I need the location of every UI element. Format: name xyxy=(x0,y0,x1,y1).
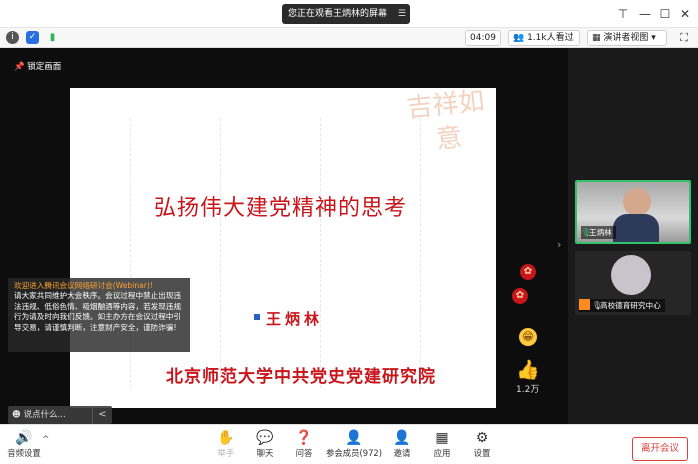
people-icon: 👤 xyxy=(345,430,363,446)
info-icon[interactable]: i xyxy=(6,31,19,44)
apps-grid-icon: ▦ xyxy=(435,430,449,446)
notice-title: 欢迎进入腾讯会议网络研讨会(Webinar)! xyxy=(14,281,153,290)
participant-name: 高校德育研究中心 xyxy=(600,301,661,310)
shared-screen-stage: 📌 锁定画面 吉祥如意 弘扬伟大建党精神的思考 王炳林 北京师范大学中共党史党建… xyxy=(0,48,568,424)
like-count: 1.2万 xyxy=(516,385,540,395)
speaker-video-tile[interactable]: 🎙王炳林 xyxy=(575,180,691,244)
raise-hand-button[interactable]: ✋ 举手 xyxy=(204,429,248,463)
speaker-face xyxy=(623,188,651,216)
qa-button[interactable]: ❓ 问答 xyxy=(282,429,326,463)
thumbs-up-icon[interactable]: 👍 xyxy=(516,358,540,381)
speaker-icon: 🔊 xyxy=(15,430,33,446)
fullscreen-icon[interactable]: ⛶ xyxy=(676,30,692,46)
apps-label: 应用 xyxy=(433,448,451,458)
viewers-icon: 👥 xyxy=(513,33,528,43)
gear-icon: ⚙ xyxy=(475,430,489,446)
presentation-slide: 吉祥如意 弘扬伟大建党精神的思考 王炳林 北京师范大学中共党史党建研究院 xyxy=(70,88,496,408)
notice-body: 请大家共同维护大会秩序。会议过程中禁止出现违法违规、低俗色情、吸烟酗酒等内容，若… xyxy=(14,291,182,332)
hand-icon: ✋ xyxy=(217,430,235,446)
view-mode-label: 演讲者视图 xyxy=(603,33,649,43)
audio-settings-button[interactable]: 🔊 音频设置 xyxy=(2,429,46,463)
meeting-timer: 04:09 xyxy=(465,30,501,46)
lock-view-label: 锁定画面 xyxy=(27,62,62,72)
collapse-chat-button[interactable]: < xyxy=(92,406,112,424)
pin-lock-icon: 📌 xyxy=(14,62,28,72)
info-bar: i ✓ ▮ 04:09 👥 1.1k人看过 ▦ 演讲者视图 ▾ ⛶ xyxy=(0,28,698,48)
speaker-name: 王炳林 xyxy=(589,228,612,237)
close-button[interactable]: ✕ xyxy=(676,6,694,22)
pin-icon[interactable]: ⊤ xyxy=(614,6,632,22)
slide-institution: 北京师范大学中共党史党建研究院 xyxy=(166,367,436,387)
participant-video-tile[interactable]: 🎙高校德育研究中心 xyxy=(575,251,691,315)
participant-avatar xyxy=(611,255,651,295)
invite-label: 邀请 xyxy=(393,448,411,458)
menu-icon[interactable]: ☰ xyxy=(398,4,406,24)
emoji-icon[interactable]: ☻ xyxy=(12,410,24,420)
raise-hand-label: 举手 xyxy=(217,448,235,458)
chat-icon: 💬 xyxy=(256,430,274,446)
security-shield-icon[interactable]: ✓ xyxy=(26,31,39,44)
view-mode-icon: ▦ xyxy=(592,33,604,43)
chevron-right-icon[interactable]: › xyxy=(557,238,561,251)
add-person-icon: 👤 xyxy=(393,430,411,446)
auspicious-seal-graphic: 吉祥如意 xyxy=(405,88,486,156)
lock-view-button[interactable]: 📌 锁定画面 xyxy=(8,58,67,76)
network-signal-icon[interactable]: ▮ xyxy=(46,31,59,44)
welcome-notice: 欢迎进入腾讯会议网络研讨会(Webinar)! 请大家共同维护大会秩序。会议过程… xyxy=(8,278,190,352)
chevron-down-icon: ▾ xyxy=(648,33,656,43)
apps-button[interactable]: ▦ 应用 xyxy=(420,429,464,463)
bottom-toolbar: 🔊 音频设置 ^ ✋ 举手 💬 聊天 ❓ 问答 👤 参会成员(972) 👤 邀请… xyxy=(0,424,698,464)
qa-label: 问答 xyxy=(295,448,313,458)
mic-on-icon: 🎙 xyxy=(581,228,592,237)
leave-meeting-button[interactable]: 离开会议 xyxy=(632,437,688,461)
chat-placeholder: 说点什么... xyxy=(23,410,66,420)
members-button[interactable]: 👤 参会成员(972) xyxy=(322,429,386,463)
invite-button[interactable]: 👤 邀请 xyxy=(380,429,424,463)
screen-share-text: 您正在观看王炳林的屏幕 xyxy=(288,9,388,19)
maximize-button[interactable]: ☐ xyxy=(656,6,674,22)
flower-reaction-icon: ✿ xyxy=(512,288,528,304)
chat-label: 聊天 xyxy=(256,448,274,458)
laugh-emoji-icon: 😁 xyxy=(519,328,537,346)
question-icon: ❓ xyxy=(295,430,313,446)
mic-icon: 🎙 xyxy=(592,301,603,310)
speaker-name-tag: 🎙王炳林 xyxy=(581,226,616,239)
flower-reaction-icon: ✿ xyxy=(520,264,536,280)
slide-decoration xyxy=(220,118,228,388)
slide-author: 王炳林 xyxy=(266,310,324,328)
bullet-marker xyxy=(254,314,260,320)
slide-title: 弘扬伟大建党精神的思考 xyxy=(154,196,408,221)
speaker-body xyxy=(613,214,659,242)
chevron-up-icon[interactable]: ^ xyxy=(42,435,50,445)
viewer-count-text: 1.1k人看过 xyxy=(527,33,574,43)
screen-share-banner[interactable]: 您正在观看王炳林的屏幕 ☰ xyxy=(282,4,410,24)
participant-name-tag: 🎙高校德育研究中心 xyxy=(579,299,665,312)
members-label: 参会成员(972) xyxy=(325,448,383,458)
settings-label: 设置 xyxy=(473,448,491,458)
view-mode-dropdown[interactable]: ▦ 演讲者视图 ▾ xyxy=(587,30,667,46)
slide-decoration xyxy=(320,118,328,388)
audio-settings-label: 音频设置 xyxy=(7,448,41,458)
chat-button[interactable]: 💬 聊天 xyxy=(243,429,287,463)
settings-button[interactable]: ⚙ 设置 xyxy=(460,429,504,463)
minimize-button[interactable]: — xyxy=(636,6,654,22)
avatar-icon xyxy=(579,299,590,310)
title-bar: 您正在观看王炳林的屏幕 ☰ ⊤ — ☐ ✕ xyxy=(0,0,698,28)
meeting-window: 您正在观看王炳林的屏幕 ☰ ⊤ — ☐ ✕ i ✓ ▮ 04:09 👥 1.1k… xyxy=(0,0,698,464)
viewer-count[interactable]: 👥 1.1k人看过 xyxy=(508,30,580,46)
